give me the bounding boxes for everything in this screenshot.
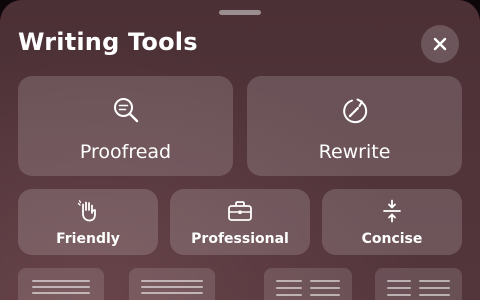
preview-line [141,286,203,288]
briefcase-icon [228,201,252,221]
summary-format-button[interactable] [18,268,104,300]
concise-button[interactable]: Concise [322,189,462,255]
preview-line [387,294,411,296]
preview-line [32,292,90,294]
proofread-button[interactable]: Proofread [18,76,233,176]
preview-line [276,294,302,296]
professional-label: Professional [191,231,289,247]
preview-line [419,287,450,289]
preview-line [419,280,450,282]
rewrite-circular-arrow-icon [342,98,367,124]
rewrite-label: Rewrite [318,141,391,163]
waving-hand-icon [77,200,96,222]
preview-line [310,287,340,289]
preview-line [310,280,340,282]
panel-title: Writing Tools [18,28,198,56]
preview-line [387,280,411,282]
concise-label: Concise [361,231,423,247]
magnifier-text-icon [113,98,138,123]
list-format-button[interactable] [264,268,352,300]
preview-line [276,280,302,282]
preview-line [32,280,90,282]
preview-line [276,287,302,289]
preview-line [32,286,90,288]
close-button[interactable] [421,25,459,63]
preview-line [141,280,203,282]
preview-line [310,294,340,296]
friendly-button[interactable]: Friendly [18,189,158,255]
preview-line [387,287,411,289]
rewrite-button[interactable]: Rewrite [247,76,462,176]
professional-button[interactable]: Professional [170,189,310,255]
sheet-grabber-handle[interactable] [219,10,261,15]
friendly-label: Friendly [56,231,120,247]
preview-line [141,292,203,294]
proofread-label: Proofread [79,141,172,163]
compress-icon [383,199,401,223]
writing-tools-panel: Writing Tools Proofread Rewrite Friendly… [0,0,480,300]
close-icon [433,37,447,51]
preview-line [419,294,450,296]
table-format-button[interactable] [375,268,462,300]
key-points-format-button[interactable] [129,268,215,300]
